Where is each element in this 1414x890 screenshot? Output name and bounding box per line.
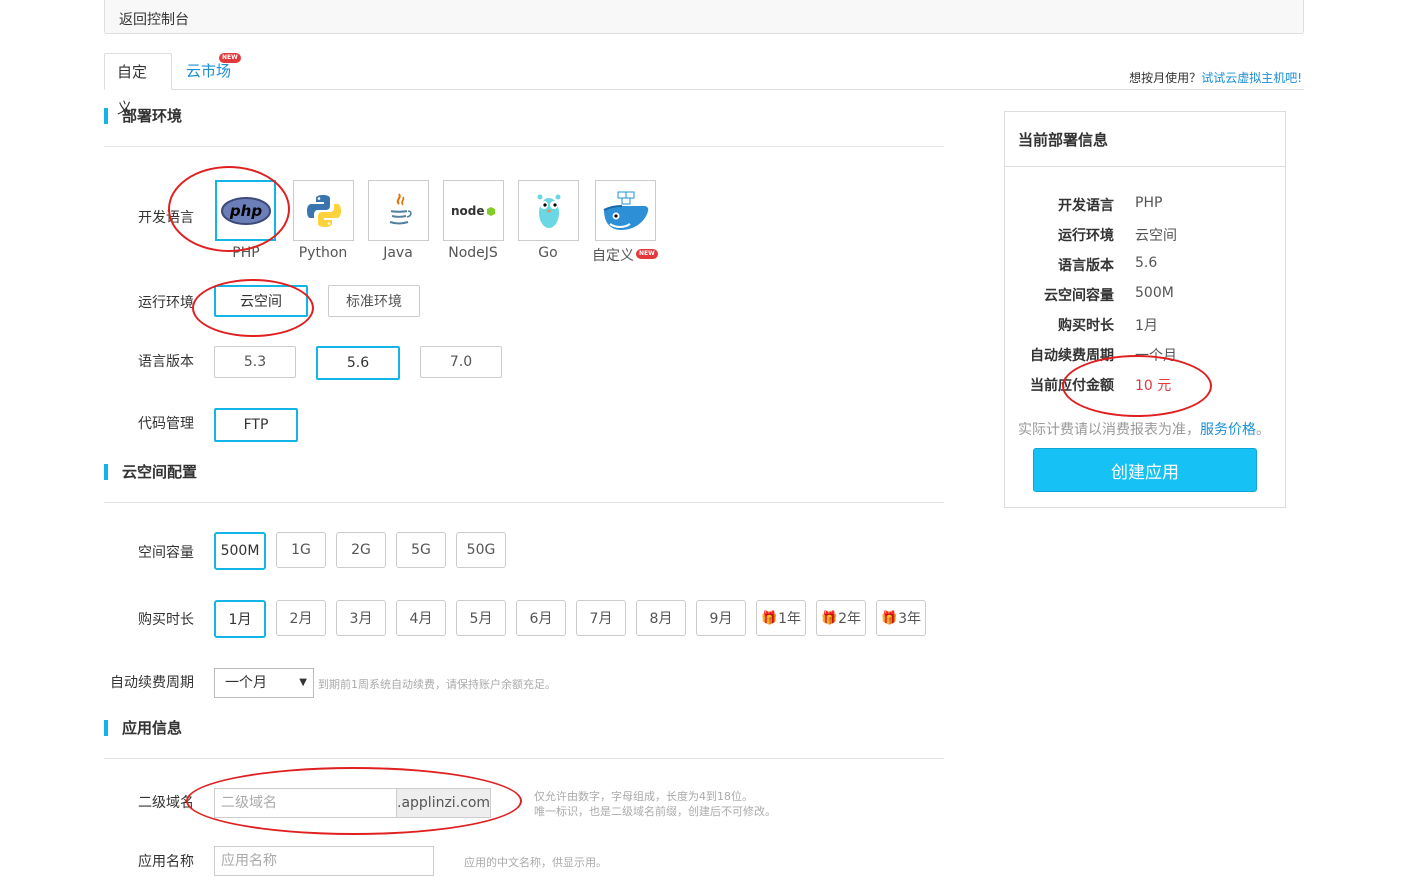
summary-value: 1月 [1135, 318, 1158, 334]
section-deploy-env: 部署环境 [104, 108, 182, 124]
lang-name-python: Python [298, 245, 348, 261]
duration-2-year-button[interactable]: 🎁 2年 [816, 600, 866, 636]
section-divider [104, 502, 944, 503]
new-badge: NEW [636, 249, 658, 259]
go-gopher-icon [537, 194, 560, 228]
capacity-2g-button[interactable]: 2G [336, 532, 386, 568]
capacity-label: 空间容量 [138, 545, 194, 561]
summary-value: 云空间 [1135, 228, 1177, 244]
duration-3-year-button[interactable]: 🎁 3年 [876, 600, 926, 636]
code-label: 代码管理 [138, 416, 194, 432]
tab-custom[interactable]: 自定义 [104, 53, 172, 117]
summary-key: 开发语言 [1058, 198, 1114, 214]
renew-period-select[interactable]: 一个月 ▼ [214, 668, 314, 698]
annotation-ring [192, 279, 314, 337]
duration-3-year-label: 3年 [898, 611, 922, 627]
create-app-button[interactable]: 创建应用 [1033, 448, 1257, 492]
duration-2-year-label: 2年 [838, 611, 862, 627]
summary-value: PHP [1135, 195, 1163, 211]
renew-label: 自动续费周期 [110, 675, 194, 691]
runtime-standard-button[interactable]: 标准环境 [328, 285, 420, 317]
duration-2-month-button[interactable]: 2月 [276, 600, 326, 636]
summary-divider [1005, 166, 1285, 167]
version-7-0-button[interactable]: 7.0 [420, 346, 502, 378]
duration-7-month-button[interactable]: 7月 [576, 600, 626, 636]
code-ftp-button[interactable]: FTP [214, 408, 298, 442]
gift-icon: 🎁 [880, 610, 898, 626]
service-price-link[interactable]: 服务价格 [1200, 422, 1256, 438]
nodejs-logo-icon: node [451, 204, 495, 218]
section-divider [104, 758, 944, 759]
duration-9-month-button[interactable]: 9月 [696, 600, 746, 636]
version-5-3-button[interactable]: 5.3 [214, 346, 296, 378]
docker-whale-icon [603, 191, 648, 230]
svg-text:node: node [451, 204, 485, 218]
section-space-config: 云空间配置 [104, 464, 197, 480]
duration-1-month-button[interactable]: 1月 [214, 600, 266, 638]
lang-card-nodejs[interactable]: node [443, 180, 504, 241]
lang-card-python[interactable] [293, 180, 354, 241]
virtual-host-link[interactable]: 试试云虚拟主机吧! [1201, 71, 1302, 85]
capacity-500m-button[interactable]: 500M [214, 532, 266, 570]
summary-key: 运行环境 [1058, 228, 1114, 244]
tab-underline [104, 89, 1304, 90]
runtime-label: 运行环境 [138, 295, 194, 311]
gift-icon: 🎁 [820, 610, 838, 626]
duration-6-month-button[interactable]: 6月 [516, 600, 566, 636]
summary-key: 云空间容量 [1044, 288, 1114, 304]
tab-cloud-market[interactable]: 云市场 [174, 53, 254, 90]
billing-note-end: 。 [1256, 422, 1270, 438]
duration-label: 购买时长 [138, 612, 194, 628]
domain-help-2: 唯一标识，也是二级域名前缀，创建后不可修改。 [534, 805, 776, 818]
duration-1-year-label: 1年 [778, 611, 802, 627]
app-name-label: 应用名称 [138, 854, 194, 870]
renew-help: 到期前1周系统自动续费，请保持账户余额充足。 [318, 678, 556, 691]
section-app-info: 应用信息 [104, 720, 182, 736]
billing-note: 实际计费请以消费报表为准，服务价格。 [1018, 419, 1270, 439]
summary-title: 当前部署信息 [1018, 131, 1109, 149]
duration-8-month-button[interactable]: 8月 [636, 600, 686, 636]
lang-name-java: Java [383, 245, 413, 261]
capacity-1g-button[interactable]: 1G [276, 532, 326, 568]
new-badge: NEW [219, 53, 241, 63]
duration-5-month-button[interactable]: 5月 [456, 600, 506, 636]
back-to-console-bar[interactable]: 返回控制台 [104, 0, 1304, 34]
tab-market-label: 云市场 [186, 62, 232, 80]
lang-card-java[interactable] [368, 180, 429, 241]
annotation-ring [1062, 355, 1212, 417]
version-5-6-button[interactable]: 5.6 [316, 346, 400, 380]
section-divider [104, 146, 944, 147]
app-name-input[interactable]: 应用名称 [214, 846, 434, 876]
app-name-help: 应用的中文名称，供显示用。 [464, 856, 607, 869]
dropdown-caret-icon: ▼ [299, 677, 307, 688]
renew-period-value: 一个月 [225, 675, 267, 691]
annotation-ring [168, 166, 290, 252]
lang-name-nodejs: NodeJS [448, 245, 498, 261]
python-logo-icon [306, 194, 341, 227]
lang-card-custom[interactable] [595, 180, 656, 241]
monthly-hint-text: 想按月使用？ [1129, 71, 1202, 85]
annotation-ring [186, 767, 522, 835]
summary-value: 5.6 [1135, 255, 1158, 271]
back-to-console-link[interactable]: 返回控制台 [119, 9, 189, 29]
summary-key: 语言版本 [1058, 258, 1114, 274]
summary-value: 500M [1135, 285, 1174, 301]
java-logo-icon [389, 192, 412, 224]
capacity-50g-button[interactable]: 50G [456, 532, 506, 568]
duration-4-month-button[interactable]: 4月 [396, 600, 446, 636]
gift-icon: 🎁 [760, 610, 778, 626]
billing-note-text: 实际计费请以消费报表为准， [1018, 422, 1200, 438]
version-label: 语言版本 [138, 354, 194, 370]
summary-key: 购买时长 [1058, 318, 1114, 334]
duration-3-month-button[interactable]: 3月 [336, 600, 386, 636]
domain-help-1: 仅允许由数字，字母组成，长度为4到18位。 [534, 790, 753, 803]
lang-card-go[interactable] [518, 180, 579, 241]
capacity-5g-button[interactable]: 5G [396, 532, 446, 568]
duration-1-year-button[interactable]: 🎁 1年 [756, 600, 806, 636]
monthly-hint: 想按月使用？试试云虚拟主机吧! [1129, 69, 1302, 86]
